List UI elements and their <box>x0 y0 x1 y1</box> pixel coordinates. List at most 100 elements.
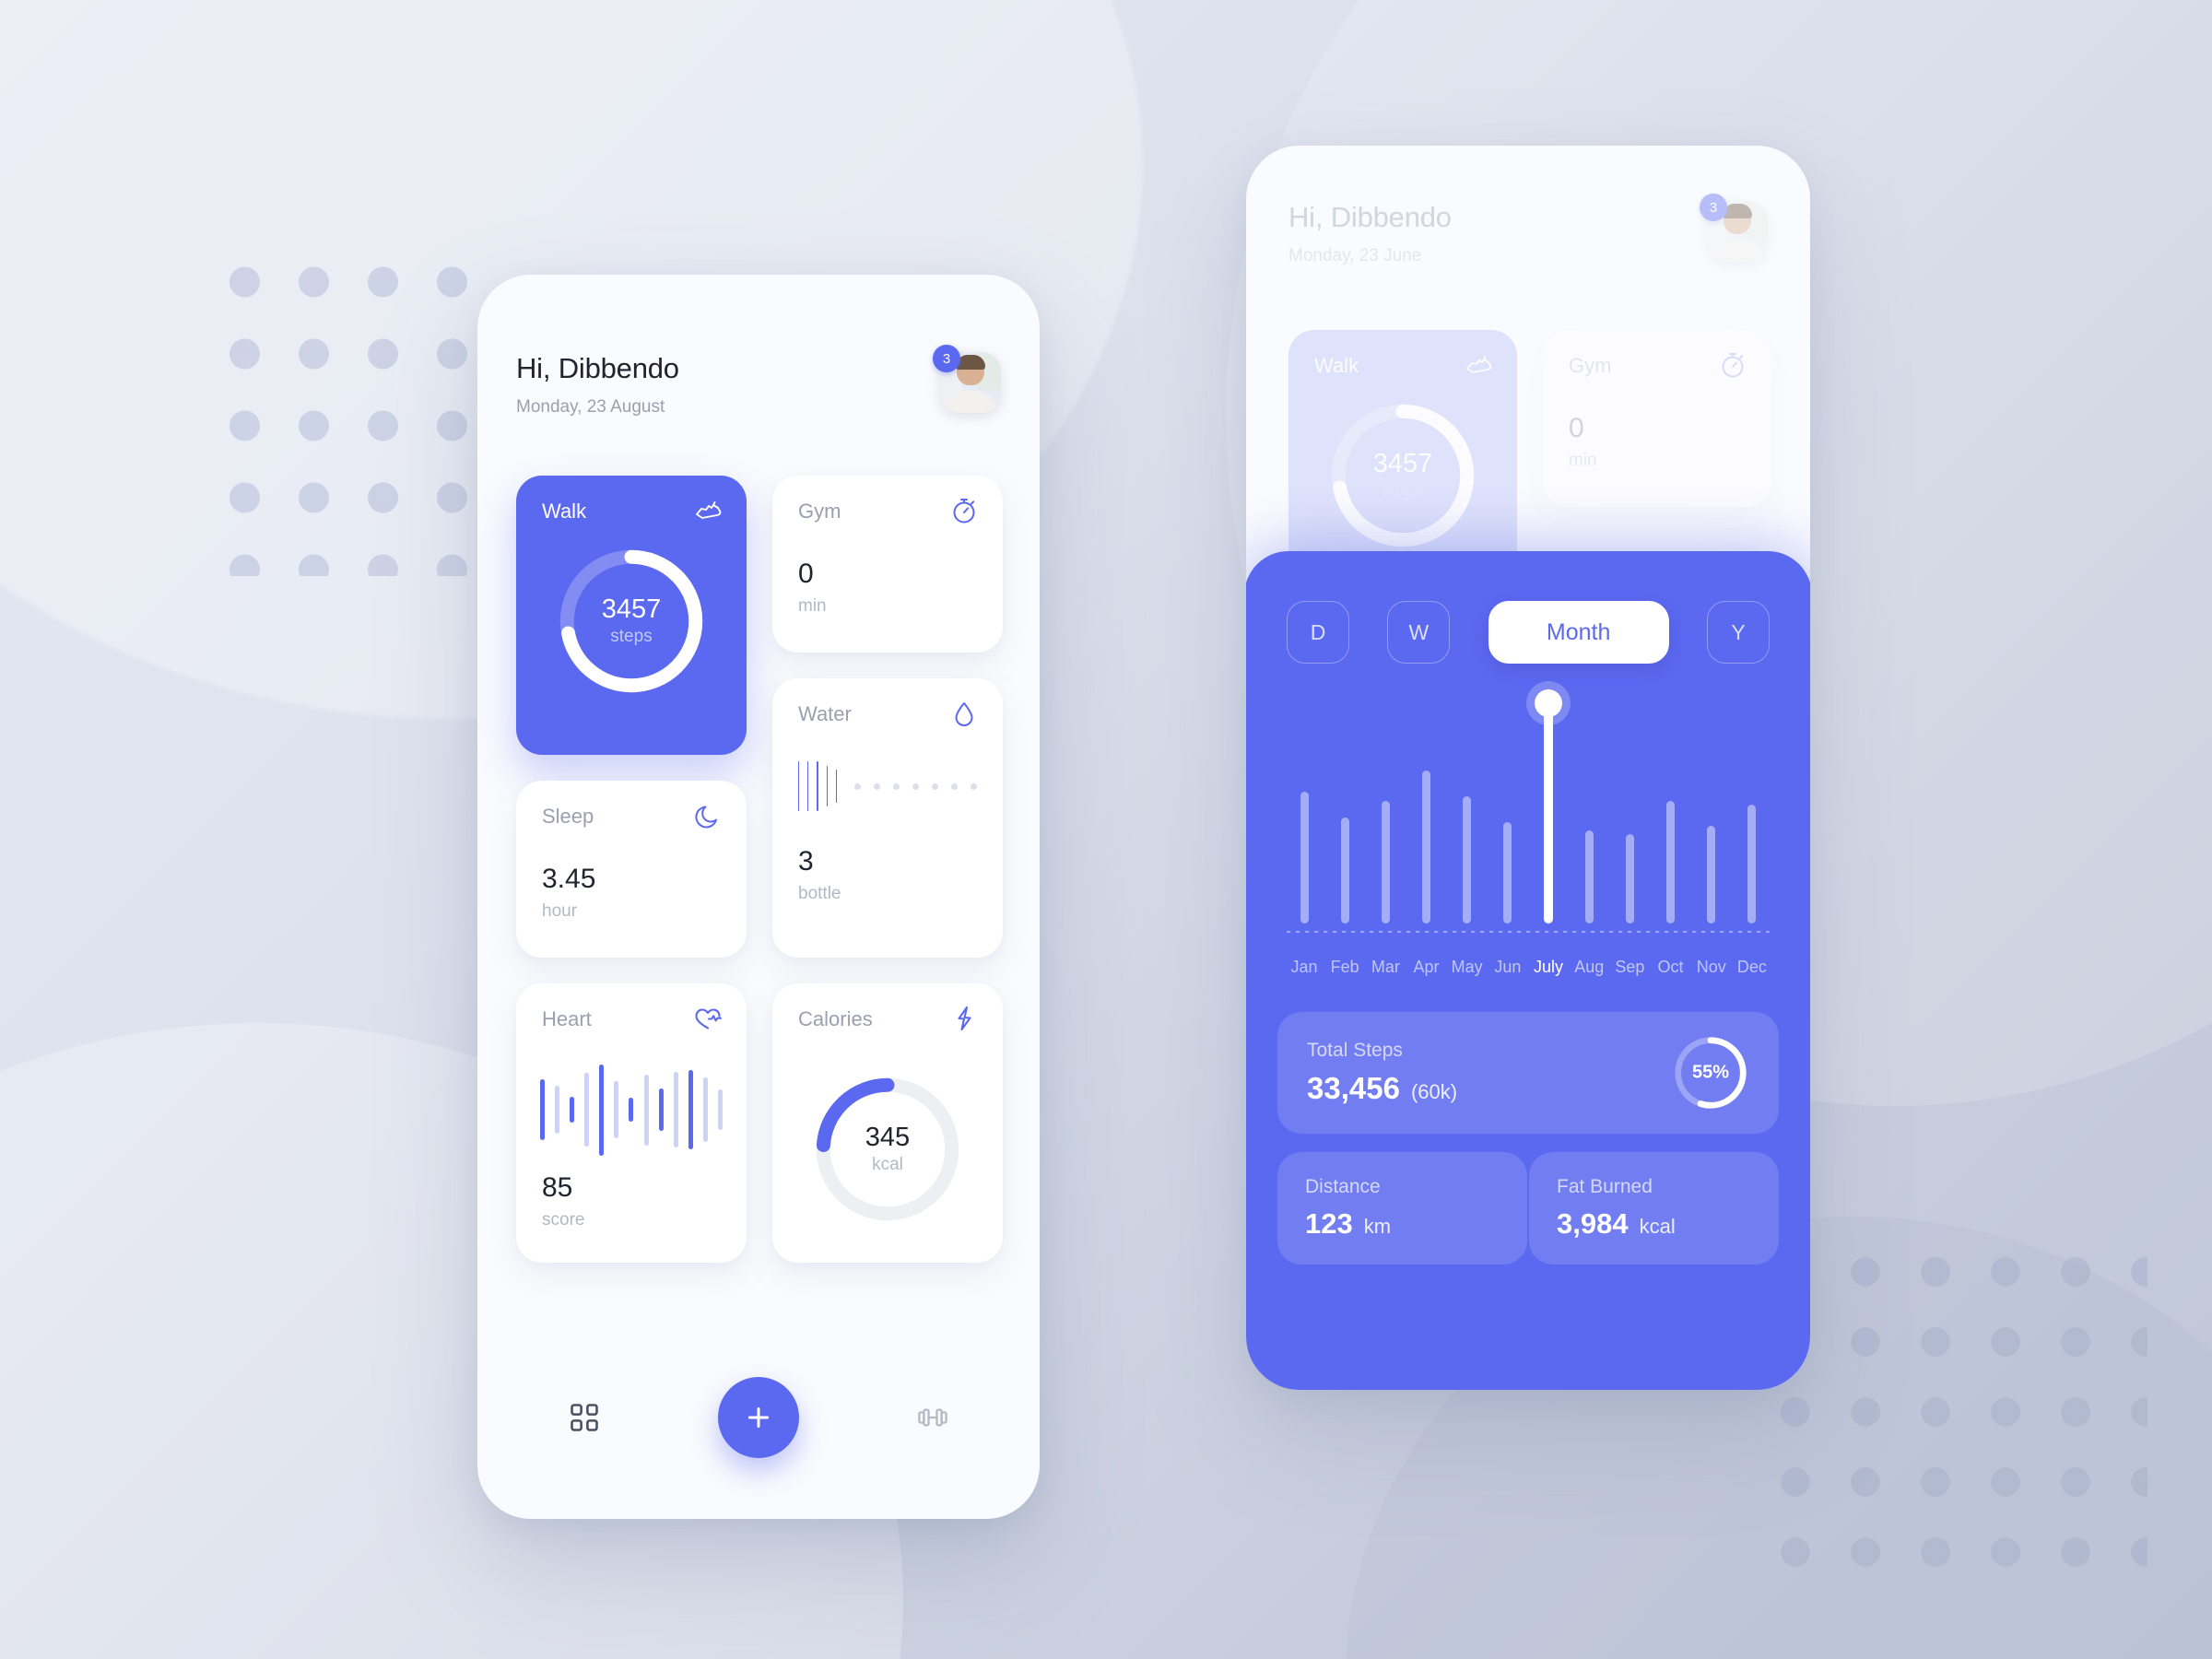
chart-x-label[interactable]: Dec <box>1735 958 1770 977</box>
chart-x-label[interactable]: Oct <box>1653 958 1688 977</box>
stopwatch-icon <box>949 496 979 525</box>
notification-badge[interactable]: 3 <box>933 345 960 372</box>
fat-burned-card[interactable]: Fat Burned 3,984 kcal <box>1529 1152 1779 1265</box>
moon-icon <box>693 801 723 830</box>
chart-bar <box>1381 800 1390 924</box>
walk-unit: steps <box>610 627 653 647</box>
monthly-steps-chart: Jan Feb Mar Apr May Jun July Aug Sep Oct Nov Dec <box>1287 689 1770 981</box>
chart-x-label[interactable]: Sep <box>1612 958 1647 977</box>
total-steps-goal: (60k) <box>1410 1080 1458 1103</box>
chart-x-label[interactable]: Aug <box>1571 958 1606 977</box>
heart-bar <box>555 1085 560 1135</box>
total-steps-percent-label: 55% <box>1691 1062 1730 1083</box>
total-steps-card[interactable]: Total Steps 33,456 (60k) 55% <box>1277 1012 1779 1134</box>
chart-x-label[interactable]: Jan <box>1287 958 1322 977</box>
card-water[interactable]: Water 3 bottle <box>772 678 1003 958</box>
chart-bar-column[interactable] <box>1735 712 1770 924</box>
chart-bar-column[interactable] <box>1653 712 1688 924</box>
period-tab-y[interactable]: Y <box>1706 601 1770 664</box>
chart-x-label[interactable]: Mar <box>1368 958 1403 977</box>
card-walk[interactable]: Walk 3457 steps <box>516 476 747 755</box>
heart-bar <box>658 1088 664 1132</box>
distance-value-row: 123 km <box>1305 1207 1527 1241</box>
water-empty-dot <box>951 782 959 790</box>
card-water-title: Water <box>798 702 852 725</box>
sleep-value: 3.45 <box>542 864 596 894</box>
chart-x-label[interactable]: Jun <box>1490 958 1525 977</box>
chart-x-axis-labels: Jan Feb Mar Apr May Jun July Aug Sep Oct Nov Dec <box>1287 958 1770 977</box>
stopwatch-icon <box>1718 350 1747 380</box>
chart-bar <box>1503 821 1512 924</box>
chart-bar-column[interactable] <box>1694 712 1729 924</box>
water-drop-icon <box>949 699 979 728</box>
card-sleep[interactable]: Sleep 3.45 hour <box>516 781 747 958</box>
chart-bar-column[interactable] <box>1368 712 1403 924</box>
grid-icon[interactable] <box>568 1401 601 1434</box>
card-heart[interactable]: Heart 85 score <box>516 983 747 1263</box>
chart-selection-knob[interactable] <box>1535 689 1563 717</box>
chart-bar-column[interactable] <box>1490 712 1525 924</box>
chart-bar-column[interactable] <box>1612 712 1647 924</box>
chart-bar-column[interactable] <box>1450 712 1485 924</box>
water-bar <box>807 761 809 811</box>
chart-x-label[interactable]: Nov <box>1694 958 1729 977</box>
walk-progress-ring: 3457 steps <box>555 545 708 698</box>
card-calories-title: Calories <box>798 1007 873 1030</box>
avatar-with-badge-2[interactable]: 3 <box>1700 194 1768 262</box>
dumbbell-icon[interactable] <box>916 1401 949 1434</box>
background-walk-unit: steps <box>1382 481 1424 501</box>
chart-bar-column[interactable] <box>1409 712 1444 924</box>
greeting-text: Hi, Dibbendo <box>516 352 679 384</box>
water-bar-indicator <box>798 758 978 815</box>
water-empty-dot <box>912 782 920 790</box>
heart-bar <box>629 1097 634 1123</box>
period-tab-month[interactable]: Month <box>1488 601 1669 664</box>
water-empty-dot <box>971 782 978 790</box>
water-empty-dot <box>893 782 900 790</box>
total-steps-label: Total Steps <box>1307 1040 1403 1061</box>
chart-bar <box>1300 792 1309 924</box>
chart-bar <box>1666 800 1676 924</box>
background-card-gym: Gym 0 min <box>1543 330 1771 507</box>
heart-unit: score <box>542 1210 585 1230</box>
background-card-gym-title: Gym <box>1569 354 1612 377</box>
card-gym-title: Gym <box>798 500 841 523</box>
avatar-with-badge[interactable]: 3 <box>933 345 1001 413</box>
background-gym-unit: min <box>1569 451 1597 470</box>
card-heart-title: Heart <box>542 1007 592 1030</box>
heart-bar <box>702 1077 708 1143</box>
notification-badge-2[interactable]: 3 <box>1700 194 1727 221</box>
heart-bar <box>540 1079 545 1140</box>
walk-ring-center: 3457 steps <box>555 594 708 647</box>
statistics-panel: D W Month Y Jan Feb Mar Apr May Jun July Aug Sep Oct… <box>1246 551 1810 1390</box>
distance-card[interactable]: Distance 123 km <box>1277 1152 1527 1265</box>
lightning-bolt-icon <box>949 1004 979 1033</box>
shoe-icon <box>1464 350 1493 380</box>
chart-bar <box>1584 830 1594 924</box>
card-calories[interactable]: Calories 345 kcal <box>772 983 1003 1263</box>
chart-bar-column[interactable] <box>1571 712 1606 924</box>
fat-burned-value-row: 3,984 kcal <box>1557 1207 1779 1241</box>
chart-bar-column[interactable] <box>1327 712 1362 924</box>
period-tab-w[interactable]: W <box>1387 601 1451 664</box>
period-tab-d[interactable]: D <box>1287 601 1349 664</box>
chart-x-label[interactable]: May <box>1450 958 1485 977</box>
chart-bar-column[interactable] <box>1287 712 1322 924</box>
water-empty-dot <box>932 782 939 790</box>
card-gym[interactable]: Gym 0 min <box>772 476 1003 653</box>
chart-bar-column[interactable] <box>1531 689 1566 924</box>
chart-bar <box>1422 771 1431 924</box>
card-walk-title: Walk <box>542 500 587 523</box>
water-empty-dots <box>854 782 978 790</box>
greeting-text-2: Hi, Dibbendo <box>1288 201 1452 233</box>
gym-value: 0 <box>798 559 814 589</box>
phone-screen-statistics: Hi, Dibbendo Monday, 23 June 3 Walk 3457… <box>1246 146 1810 1390</box>
chart-x-label[interactable]: Apr <box>1409 958 1444 977</box>
water-empty-dot <box>854 782 862 790</box>
water-empty-dot <box>874 782 881 790</box>
background-walk-value: 3457 <box>1372 448 1433 478</box>
chart-x-label[interactable]: Feb <box>1327 958 1362 977</box>
chart-x-label[interactable]: July <box>1531 958 1566 977</box>
add-button[interactable] <box>718 1377 799 1458</box>
distance-unit: km <box>1363 1215 1392 1238</box>
